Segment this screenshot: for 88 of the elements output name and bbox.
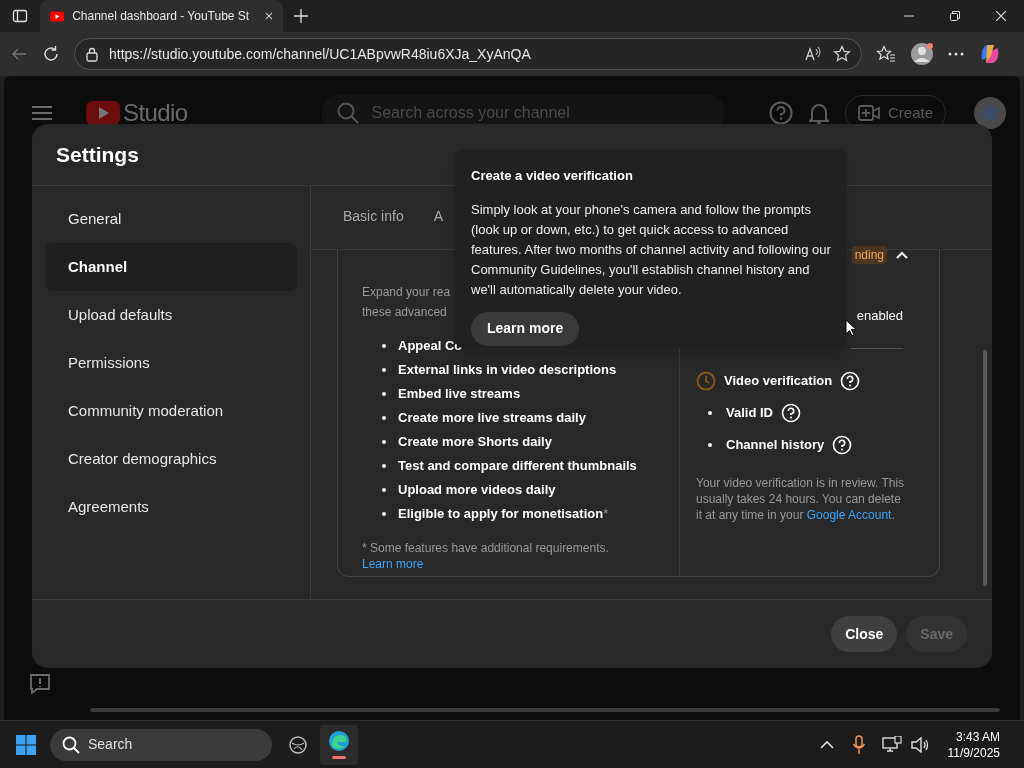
dialog-title: Settings — [56, 141, 139, 168]
address-bar[interactable]: https://studio.youtube.com/channel/UC1ABpvwR48iu6XJa_XyAnQA — [74, 38, 862, 70]
clock-time: 3:43 AM — [955, 728, 1000, 745]
lock-icon — [85, 46, 99, 62]
profile-avatar-icon[interactable] — [910, 42, 934, 66]
browser-tab[interactable]: Channel dashboard - YouTube St — [40, 0, 283, 32]
status-badge: nding — [851, 246, 887, 264]
bullet-icon — [382, 368, 386, 372]
nav-item[interactable]: Upload defaults — [45, 291, 297, 339]
channel-avatar-icon — [974, 97, 1006, 129]
learn-more-link[interactable]: Learn more — [362, 557, 424, 571]
feature-item: Embed live streams — [398, 385, 521, 404]
bullet-icon — [382, 392, 386, 396]
bullet-icon — [382, 512, 386, 516]
clock-date: 11/9/2025 — [947, 744, 1000, 761]
nav-item[interactable]: Permissions — [45, 339, 297, 387]
tooltip-body: Simply look at your phone's camera and follow the prompts (look up or down, etc.) to get quick access to advanced features. After two months of channel activity and following our Community Guidelines, you'll establish channel history and we'll automatically delete your video. — [471, 200, 831, 299]
bullet-icon — [382, 488, 386, 492]
review-text: Your video verification is in review. This usually takes 24 hours. You can delete it at any time in your Google Account. — [696, 474, 906, 523]
search-placeholder: Search — [88, 735, 133, 754]
taskbar-search[interactable]: Search — [50, 728, 272, 761]
nav-item[interactable]: General — [45, 195, 297, 243]
windows-start-icon[interactable] — [16, 734, 36, 755]
bullet-icon — [382, 464, 386, 468]
refresh-icon[interactable] — [42, 45, 60, 63]
feedback-icon — [29, 673, 51, 695]
footnote-text: * Some features have additional requirements. Learn more — [362, 540, 610, 572]
horizontal-scrollbar[interactable] — [90, 708, 1000, 712]
menu-icon — [32, 105, 52, 121]
search-icon — [62, 735, 80, 754]
speaker-icon[interactable] — [909, 735, 930, 754]
tooltip-title: Create a video verification — [471, 167, 634, 185]
intro-text: these advanced — [362, 304, 447, 321]
bullet-icon — [708, 442, 712, 447]
nav-item[interactable]: Agreements — [45, 483, 297, 531]
cursor-icon — [845, 319, 857, 337]
help-icon — [768, 101, 793, 125]
clock-icon — [696, 370, 716, 391]
bullet-icon — [382, 416, 386, 420]
dialog-button[interactable]: Close — [831, 616, 898, 652]
feature-item: Create more Shorts daily — [398, 433, 552, 452]
read-aloud-icon[interactable] — [805, 46, 823, 62]
tab-title: Channel dashboard - YouTube St — [72, 8, 250, 25]
star-icon[interactable] — [833, 45, 851, 63]
feature-item: External links in video descriptions — [398, 361, 617, 380]
youtube-icon — [50, 9, 65, 23]
learn-more-button[interactable]: Learn more — [471, 311, 580, 346]
settings-tab[interactable]: A — [433, 186, 444, 249]
feature-item: Eligible to apply for monetisation — [398, 505, 604, 524]
requirement-label: Valid ID — [726, 403, 773, 422]
feature-item: Test and compare different thumbnails — [398, 457, 637, 476]
help-icon[interactable] — [832, 434, 853, 455]
close-icon[interactable] — [265, 11, 273, 21]
edge-icon — [328, 730, 350, 752]
microphone-icon[interactable] — [851, 734, 866, 755]
feature-item: Upload more videos daily — [398, 481, 556, 500]
create-label: Create — [887, 102, 933, 123]
feature-item: Create more live streams daily — [398, 409, 586, 428]
close-icon[interactable] — [996, 11, 1006, 21]
favorites-icon[interactable] — [876, 45, 896, 63]
search-icon — [337, 102, 360, 124]
tab-actions-icon[interactable] — [12, 8, 28, 24]
more-icon[interactable] — [948, 52, 964, 56]
bullet-icon — [708, 410, 712, 415]
help-icon[interactable] — [840, 370, 861, 391]
intro-text: Expand your rea — [362, 284, 451, 301]
nav-item[interactable]: Channel — [45, 243, 297, 291]
restore-icon[interactable] — [950, 11, 960, 21]
edge-taskbar-button[interactable] — [320, 724, 358, 765]
network-icon[interactable] — [881, 735, 902, 754]
video-plus-icon — [857, 105, 880, 121]
settings-tab[interactable]: Basic info — [343, 186, 404, 249]
logo-text: Studio — [123, 98, 188, 128]
help-icon[interactable] — [780, 402, 801, 423]
url-text: https://studio.youtube.com/channel/UC1ABpvwR48iu6XJa_XyAnQA — [109, 44, 532, 64]
bullet-icon — [382, 440, 386, 444]
bullet-icon — [382, 344, 386, 348]
nav-item[interactable]: Community moderation — [45, 387, 297, 435]
studio-logo-icon — [86, 101, 120, 125]
footnote-mark: * — [603, 505, 609, 524]
new-tab-icon[interactable] — [294, 9, 308, 23]
requirement-label: Video verification — [724, 371, 833, 390]
requirement-label: Channel history — [726, 435, 825, 454]
enabled-label: enabled — [856, 307, 903, 325]
bell-icon — [808, 101, 829, 125]
chevron-up-icon[interactable] — [819, 739, 834, 750]
scrollbar-thumb[interactable] — [983, 350, 987, 586]
nav-item[interactable]: Creator demographics — [45, 435, 297, 483]
